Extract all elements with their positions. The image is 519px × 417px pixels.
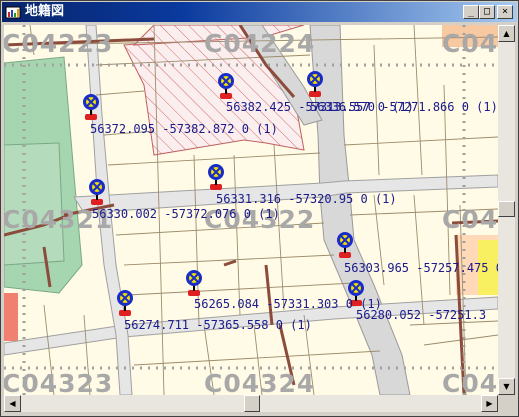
point-coordinate-label: 56280.052 -57251.3 (356, 308, 487, 322)
sheet-label: C04323 (4, 369, 114, 395)
survey-point-marker[interactable] (216, 71, 236, 101)
sheet-label: C04324 (204, 369, 316, 395)
survey-point-icon (307, 71, 323, 97)
horizontal-scroll-thumb[interactable] (244, 395, 260, 412)
survey-point-marker[interactable] (115, 288, 135, 318)
survey-point-icon (83, 94, 99, 120)
maximize-button[interactable]: □ (479, 5, 495, 19)
green-area (4, 142, 65, 266)
horizontal-scrollbar[interactable]: ◀ ▶ (4, 395, 498, 412)
point-coordinate-label: 56372.095 -57382.872 0 (1) (90, 122, 278, 136)
point-coordinate-label: 56274.711 -57365.558 0 (1) (124, 318, 312, 332)
vertical-scroll-thumb[interactable] (498, 201, 515, 217)
scrollbar-corner (498, 395, 515, 412)
app-icon[interactable] (5, 4, 21, 20)
point-coordinate-label: 56265.084 -57331.303 0 (1) (194, 297, 382, 311)
vertical-scrollbar[interactable]: ▲ ▼ (498, 25, 515, 395)
survey-point-icon (208, 164, 224, 190)
point-coordinate-label: 56303.965 -57257.475 0 (1) (344, 261, 498, 275)
sheet-label: C04223 (4, 29, 114, 58)
cadastral-map-window: 地籍図 _ □ × C04223 C04224 C04 C04321 C0432… (0, 0, 519, 417)
close-button[interactable]: × (497, 5, 513, 19)
survey-point-icon (186, 270, 202, 296)
window-title: 地籍図 (25, 4, 65, 19)
scroll-right-button[interactable]: ▶ (481, 395, 498, 412)
sheet-label: C0432 (442, 205, 498, 234)
survey-point-marker[interactable] (184, 268, 204, 298)
point-coordinate-label: 56331.316 -57320.95 0 (1) (216, 192, 397, 206)
point-coordinate-label: 56330.002 -57372.076 0 (1) (92, 207, 280, 221)
survey-point-marker[interactable] (305, 69, 325, 99)
survey-point-marker[interactable] (335, 230, 355, 260)
scroll-down-button[interactable]: ▼ (498, 378, 515, 395)
sheet-label: C0422 (442, 29, 498, 58)
point-coordinate-label: 56336.570 -57271.866 0 (1) (310, 100, 498, 114)
survey-point-icon (337, 232, 353, 258)
survey-point-icon (89, 179, 105, 205)
sheet-label: C0432 (442, 369, 498, 395)
survey-point-marker[interactable] (81, 92, 101, 122)
survey-point-marker[interactable] (206, 162, 226, 192)
scroll-left-button[interactable]: ◀ (4, 395, 21, 412)
map-view[interactable]: C04223 C04224 C0422 C04321 C04322 C0432 … (4, 25, 498, 395)
parcel-red (4, 293, 18, 341)
scroll-up-button[interactable]: ▲ (498, 25, 515, 42)
survey-point-icon (218, 73, 234, 99)
survey-point-icon (117, 290, 133, 316)
title-bar[interactable]: 地籍図 _ □ × (2, 2, 517, 22)
minimize-button[interactable]: _ (463, 5, 479, 19)
sheet-label: C04224 (204, 29, 316, 58)
survey-point-marker[interactable] (87, 177, 107, 207)
